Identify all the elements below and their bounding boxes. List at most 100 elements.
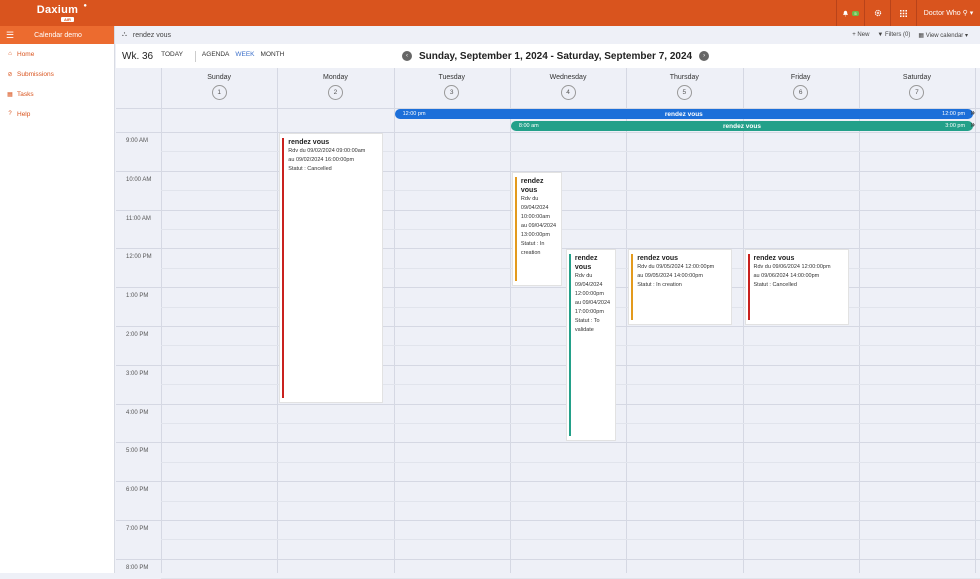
time-label: 7:00 PM — [126, 526, 149, 532]
column-divider — [858, 68, 860, 573]
more-events-icon[interactable]: » — [971, 120, 975, 129]
column-divider — [393, 68, 395, 573]
day-header[interactable]: Thursday 5 — [626, 68, 742, 108]
event-title: rendez vous — [723, 122, 761, 130]
day-header[interactable]: Monday 2 — [277, 68, 393, 108]
submissions-icon: ⊘ — [7, 71, 13, 78]
event-detail: Rdv du 09/02/2024 09:00:00am — [288, 148, 366, 154]
day-header[interactable]: Saturday 7 — [859, 68, 975, 108]
time-label: 9:00 AM — [126, 138, 149, 144]
event-detail: Statut : Cancelled — [288, 166, 332, 172]
hour-line — [116, 287, 980, 289]
view-calendar-label: View calendar — [925, 32, 964, 39]
user-name: Doctor Who — [923, 9, 961, 17]
calendar-event[interactable]: rendez vous Rdv du 09/02/2024 09:00:00am a… — [279, 133, 384, 403]
sidebar-item-home[interactable]: ⌂ Home — [0, 44, 114, 64]
menu-icon[interactable]: ☰ — [0, 30, 20, 41]
day-name: Sunday — [207, 74, 232, 81]
prev-week-button[interactable]: ‹ — [402, 51, 412, 61]
day-number: 5 — [676, 85, 692, 100]
day-name: Saturday — [902, 74, 931, 81]
half-hour-line — [161, 461, 980, 463]
week-number: Wk. 36 — [122, 50, 154, 62]
allday-event[interactable]: 12:00 pm rendez vous 12:00 pm — [394, 109, 974, 119]
event-status-bar — [282, 138, 285, 398]
event-status-bar — [631, 254, 634, 320]
filters-button[interactable]: ▼ Filters (0) — [877, 32, 910, 38]
column-divider — [161, 68, 162, 573]
column-divider — [975, 68, 977, 573]
hour-line — [116, 364, 980, 366]
day-number: 2 — [327, 85, 343, 100]
user-menu[interactable]: Doctor Who ⚲ ▾ — [916, 0, 980, 26]
hour-line — [116, 520, 980, 521]
event-detail: Statut : In creation — [520, 240, 545, 256]
day-number: 3 — [444, 85, 460, 100]
event-detail: Statut : In creation — [637, 282, 682, 289]
calendar-icon: ▦ — [918, 32, 926, 39]
calendar-event[interactable]: rendez vous Rdv du 09/05/2024 12:00:00pm a… — [628, 249, 733, 325]
sidebar-item-label: Tasks — [17, 90, 34, 98]
calendar-event[interactable]: rendez vous Rdv du 09/06/2024 12:00:00pm a… — [744, 249, 849, 325]
day-number: 7 — [909, 85, 925, 100]
today-button[interactable]: TODAY — [161, 51, 183, 62]
time-label: 4:00 PM — [126, 409, 149, 416]
event-title: rendez vous — [288, 139, 330, 146]
event-detail: au 09/06/2024 14:00:00pm — [753, 273, 820, 280]
calendar-event[interactable]: rendez vous Rdv du 09/04/2024 10:00:00am a… — [511, 171, 562, 287]
logo[interactable]: Daxium ● AIR — [0, 0, 115, 26]
day-number: 6 — [793, 85, 809, 100]
event-title: rendez vous — [664, 110, 703, 118]
filters-label: Filters (0) — [885, 32, 911, 38]
time-label: 6:00 PM — [126, 487, 149, 494]
new-button[interactable]: + New — [852, 32, 869, 38]
event-detail: au 09/04/2024 13:00:00pm — [520, 222, 557, 238]
sidebar-item-submissions[interactable]: ⊘ Submissions — [0, 64, 114, 84]
month-view-button[interactable]: MONTH — [261, 51, 285, 62]
day-name: Thursday — [669, 74, 699, 81]
more-events-icon[interactable]: » — [971, 108, 975, 117]
brand-name: Daxium — [36, 4, 79, 16]
brand-sub: AIR — [61, 17, 74, 22]
time-label: 1:00 PM — [126, 293, 149, 300]
notifications-button[interactable]: 5 — [836, 0, 864, 26]
day-header[interactable]: Wednesday 4 — [510, 68, 626, 108]
chevron-down-icon: ▾ — [969, 10, 974, 17]
date-range-title: Sunday, September 1, 2024 - Saturday, Se… — [419, 50, 693, 62]
allday-event[interactable]: 8:00 am rendez vous 3:00 pm — [510, 121, 974, 131]
event-title: rendez vous — [574, 255, 598, 272]
event-title: rendez vous — [520, 177, 544, 194]
sidebar-header: ☰ Calendar demo — [0, 26, 114, 44]
day-header[interactable]: Sunday 1 — [161, 68, 277, 108]
view-calendar-button[interactable]: ▦ View calendar ▾ — [918, 32, 968, 39]
breadcrumb: ⛬ rendez vous + New ▼ Filters (0) ▦ View… — [116, 26, 980, 44]
day-header[interactable]: Friday 6 — [743, 68, 859, 108]
event-detail: Rdv du 09/04/2024 12:00:00pm — [574, 273, 604, 298]
day-header[interactable]: Tuesday 3 — [394, 68, 510, 108]
help-icon: ? — [8, 111, 12, 117]
user-icon: ⚲ — [962, 10, 968, 17]
sidebar-item-label: Submissions — [17, 70, 54, 78]
day-number: 4 — [560, 85, 576, 100]
calendar-event[interactable]: rendez vous Rdv du 09/04/2024 12:00:00pm a… — [565, 249, 616, 442]
apps-button[interactable] — [890, 0, 916, 26]
settings-button[interactable] — [864, 0, 890, 26]
hour-line — [116, 481, 980, 483]
time-label: 12:00 PM — [126, 254, 152, 261]
logo-dots-icon: ● — [83, 3, 88, 9]
home-icon: ⌂ — [8, 51, 12, 57]
time-label: 8:00 PM — [126, 564, 149, 571]
sidebar-item-tasks[interactable]: ▦ Tasks — [0, 84, 114, 104]
hour-line — [116, 326, 980, 327]
next-week-button[interactable]: › — [699, 51, 710, 61]
event-status-bar — [568, 254, 571, 437]
week-grid: Sunday 1 Monday 2 Tuesday 3 Wednesday 4 Thursday… — [116, 68, 980, 579]
apps-grid-icon — [900, 9, 907, 17]
agenda-view-button[interactable]: AGENDA — [202, 51, 229, 62]
event-title: rendez vous — [637, 255, 679, 263]
week-view-button[interactable]: WEEK — [235, 51, 254, 62]
event-detail: au 09/02/2024 16:00:00pm — [288, 157, 355, 163]
hour-line — [116, 403, 980, 405]
sidebar-item-help[interactable]: ? Help — [0, 104, 114, 124]
time-label: 11:00 AM — [126, 215, 151, 222]
